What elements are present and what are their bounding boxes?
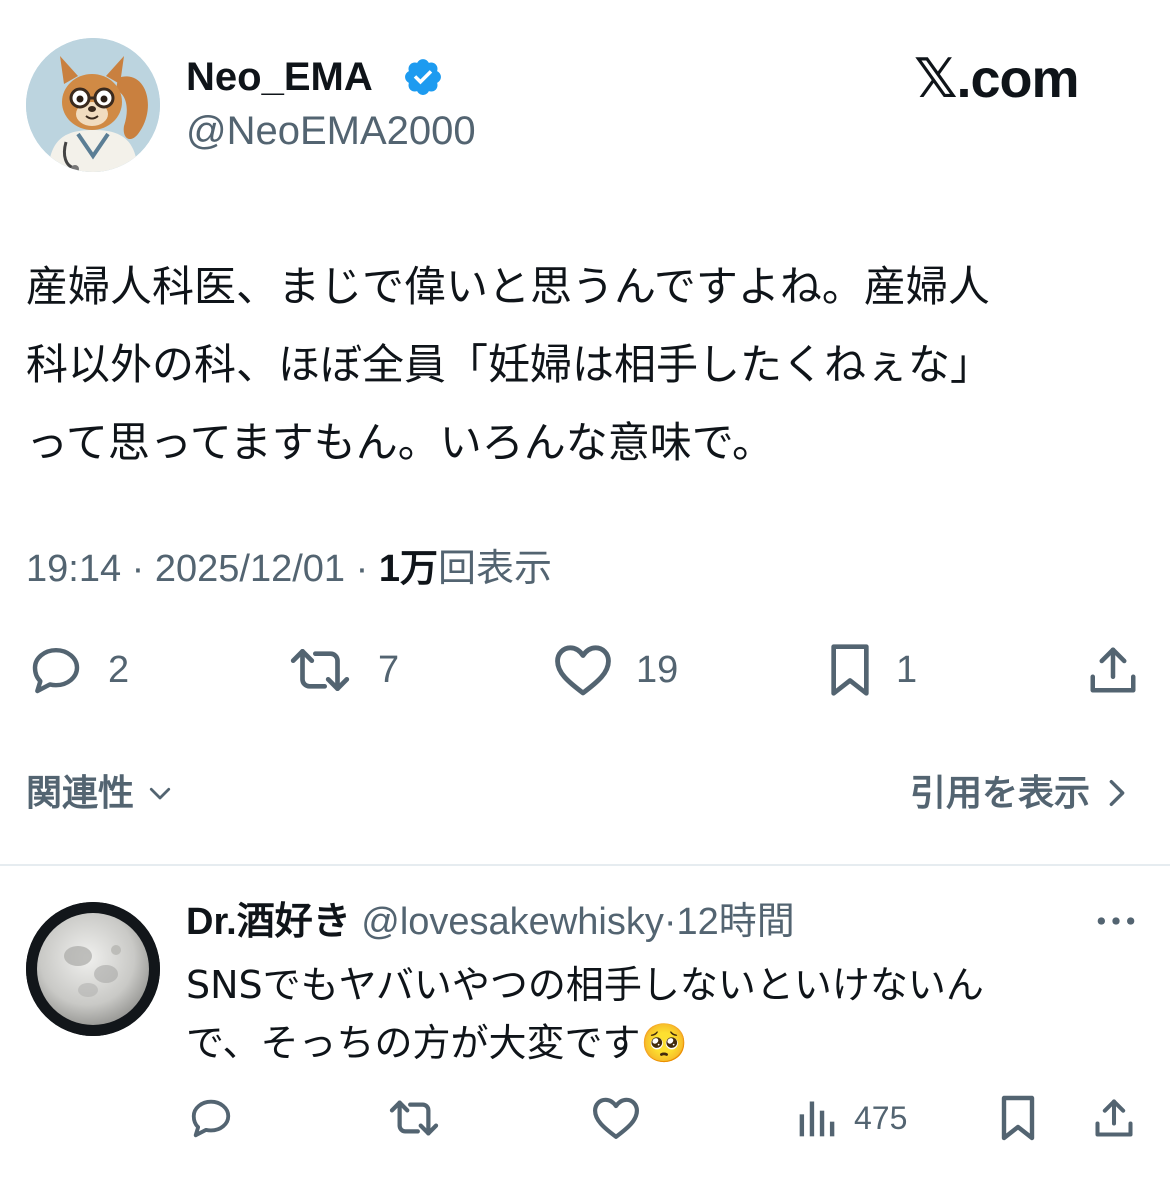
bookmark-count: 1 — [896, 648, 918, 691]
tweet-date[interactable]: 2025/12/01 — [155, 548, 345, 590]
reply-author-avatar[interactable] — [26, 902, 160, 1036]
heart-icon — [555, 645, 611, 696]
reply-share-button[interactable] — [1092, 1092, 1136, 1144]
author-avatar[interactable] — [26, 38, 160, 172]
related-label: 関連性 — [26, 772, 135, 813]
tweet-meta: 19:14 · 2025/12/01 · 1万回表示 — [26, 546, 552, 592]
reply-count: 2 — [108, 648, 130, 691]
reply-header: Dr.酒好き @lovesakewhisky·12時間 — [186, 898, 795, 946]
more-dots-icon — [1097, 917, 1135, 925]
verified-badge-icon — [402, 56, 444, 98]
like-count: 19 — [636, 648, 679, 691]
reply-button[interactable]: 2 — [26, 642, 129, 698]
views-number: 1万 — [378, 548, 438, 590]
chevron-down-icon — [149, 787, 171, 800]
bookmark-button[interactable]: 1 — [826, 642, 917, 698]
divider — [0, 864, 1170, 866]
reply-views-button[interactable]: 475 — [796, 1092, 907, 1144]
more-options-button[interactable] — [1094, 906, 1138, 941]
reply-separator: · — [663, 901, 677, 943]
x-com-logo: 𝕏.com — [914, 49, 1080, 109]
like-button[interactable]: 19 — [552, 642, 678, 698]
pleading-face-emoji: 🥺 — [640, 1021, 688, 1065]
sort-relevance-dropdown[interactable]: 関連性 — [26, 770, 180, 816]
reply-author-name[interactable]: Dr.酒好き — [186, 901, 351, 943]
reply-retweet-button[interactable] — [386, 1092, 442, 1144]
heart-icon — [592, 1097, 639, 1139]
author-handle[interactable]: @NeoEMA2000 — [186, 106, 476, 156]
retweet-button[interactable]: 7 — [284, 642, 399, 698]
views-label: 回表示 — [437, 548, 552, 590]
meta-separator: · — [131, 548, 145, 590]
author-display-name[interactable]: Neo_EMA — [186, 52, 373, 102]
tweet-time[interactable]: 19:14 — [26, 548, 121, 590]
bookmark-icon — [831, 644, 869, 696]
view-quotes-link[interactable]: 引用を表示 — [910, 770, 1134, 816]
reply-views-count: 475 — [854, 1099, 908, 1136]
retweet-count: 7 — [378, 648, 400, 691]
share-icon — [1090, 647, 1136, 693]
chevron-right-icon — [1109, 779, 1125, 807]
tweet-text: 産婦人科医、まじで偉いと思うんですよね。産婦人 科以外の科、ほぼ全員「妊婦は相手… — [26, 262, 993, 467]
reply-reply-button[interactable] — [186, 1092, 236, 1144]
reply-icon — [32, 647, 80, 694]
reply-author-handle[interactable]: @lovesakewhisky — [361, 901, 664, 943]
share-button[interactable] — [1086, 642, 1140, 698]
meta-separator: · — [355, 548, 369, 590]
quotes-label: 引用を表示 — [909, 772, 1090, 813]
reply-like-button[interactable] — [590, 1092, 642, 1144]
analytics-icon — [799, 1101, 835, 1137]
retweet-icon — [389, 1100, 439, 1136]
retweet-icon — [290, 649, 350, 691]
reply-bookmark-button[interactable] — [998, 1092, 1038, 1144]
squirrel-doctor-avatar — [26, 38, 160, 172]
reply-text: SNSでもヤバいやつの相手しないといけないん で、そっちの方が大変です🥺 — [186, 956, 1146, 1072]
bookmark-icon — [1001, 1095, 1035, 1141]
reply-icon — [191, 1099, 231, 1138]
moon-avatar — [26, 902, 160, 1036]
share-icon — [1095, 1099, 1133, 1137]
reply-time[interactable]: 12時間 — [677, 901, 795, 943]
reply-text-body: SNSでもヤバいやつの相手しないといけないん で、そっちの方が大変です — [186, 963, 984, 1065]
